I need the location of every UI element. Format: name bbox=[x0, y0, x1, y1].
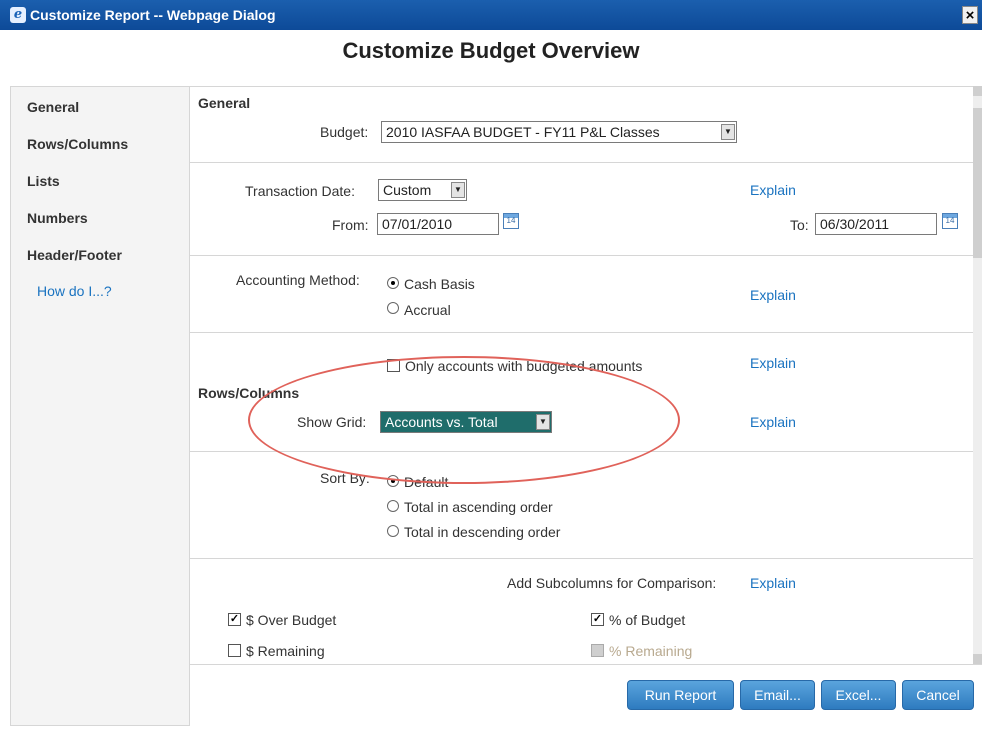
window-title: Customize Report -- Webpage Dialog bbox=[30, 7, 276, 23]
only-budgeted-label: Only accounts with budgeted amounts bbox=[405, 358, 643, 374]
sidebar-item-header-footer[interactable]: Header/Footer bbox=[27, 247, 122, 263]
cancel-button[interactable]: Cancel bbox=[902, 680, 974, 710]
only-budgeted-checkbox[interactable] bbox=[387, 359, 400, 372]
budget-select-value: 2010 IASFAA BUDGET - FY11 P&L Classes bbox=[386, 124, 660, 140]
to-date-input[interactable]: 06/30/2011 bbox=[815, 213, 937, 235]
budget-select[interactable]: 2010 IASFAA BUDGET - FY11 P&L Classes ▼ bbox=[381, 121, 737, 143]
scroll-up-icon[interactable] bbox=[973, 86, 982, 96]
cash-basis-radio[interactable] bbox=[387, 277, 399, 289]
pct-remaining-checkbox bbox=[591, 644, 604, 657]
chevron-down-icon: ▼ bbox=[536, 414, 550, 430]
chevron-down-icon: ▼ bbox=[721, 124, 735, 140]
close-button[interactable]: × bbox=[962, 6, 978, 24]
settings-panel: General Budget: 2010 IASFAA BUDGET - FY1… bbox=[190, 86, 973, 664]
scroll-thumb[interactable] bbox=[973, 108, 982, 258]
scroll-down-icon[interactable] bbox=[973, 654, 982, 664]
subcolumns-heading: Add Subcolumns for Comparison: bbox=[507, 575, 717, 591]
sort-default-radio[interactable] bbox=[387, 475, 399, 487]
run-report-button[interactable]: Run Report bbox=[627, 680, 734, 710]
show-grid-label: Show Grid: bbox=[297, 414, 367, 430]
email-button[interactable]: Email... bbox=[740, 680, 815, 710]
cash-basis-label: Cash Basis bbox=[404, 276, 475, 292]
accrual-label: Accrual bbox=[404, 302, 451, 318]
sidebar-item-lists[interactable]: Lists bbox=[27, 173, 60, 189]
divider bbox=[190, 451, 973, 452]
page-title: Customize Budget Overview bbox=[342, 38, 640, 63]
sidebar: General Rows/Columns Lists Numbers Heade… bbox=[10, 86, 190, 726]
sort-ascending-radio[interactable] bbox=[387, 500, 399, 512]
divider bbox=[190, 162, 973, 163]
transaction-date-label: Transaction Date: bbox=[245, 183, 355, 199]
divider bbox=[190, 255, 973, 256]
chevron-down-icon: ▼ bbox=[451, 182, 465, 198]
show-grid-select[interactable]: Accounts vs. Total ▼ bbox=[380, 411, 552, 433]
budget-label: Budget: bbox=[320, 124, 369, 140]
section-title-general: General bbox=[198, 95, 251, 111]
from-label: From: bbox=[332, 217, 369, 233]
explain-link-accounting-method[interactable]: Explain bbox=[750, 287, 796, 303]
transaction-date-select[interactable]: Custom ▼ bbox=[378, 179, 467, 201]
pct-remaining-label: % Remaining bbox=[609, 643, 693, 659]
section-title-rows-columns: Rows/Columns bbox=[198, 385, 300, 401]
divider bbox=[190, 664, 982, 665]
sidebar-item-general[interactable]: General bbox=[27, 99, 79, 115]
sort-descending-label: Total in descending order bbox=[404, 524, 561, 540]
show-grid-value: Accounts vs. Total bbox=[385, 414, 498, 430]
sort-default-label: Default bbox=[404, 474, 449, 490]
divider bbox=[190, 332, 973, 333]
calendar-icon[interactable]: 14 bbox=[942, 213, 958, 229]
accounting-method-label: Accounting Method: bbox=[236, 272, 360, 288]
accrual-radio[interactable] bbox=[387, 302, 399, 314]
help-link[interactable]: How do I...? bbox=[37, 283, 112, 299]
sort-ascending-label: Total in ascending order bbox=[404, 499, 553, 515]
calendar-icon[interactable]: 14 bbox=[503, 213, 519, 229]
over-budget-checkbox[interactable]: ✓ bbox=[228, 613, 241, 626]
sidebar-item-rows-columns[interactable]: Rows/Columns bbox=[27, 136, 128, 152]
excel-button[interactable]: Excel... bbox=[821, 680, 896, 710]
explain-link-only-budgeted[interactable]: Explain bbox=[750, 355, 796, 371]
sidebar-item-numbers[interactable]: Numbers bbox=[27, 210, 88, 226]
pct-of-budget-checkbox[interactable]: ✓ bbox=[591, 613, 604, 626]
over-budget-label: $ Over Budget bbox=[246, 612, 337, 628]
explain-link-show-grid[interactable]: Explain bbox=[750, 414, 796, 430]
sort-by-label: Sort By: bbox=[320, 470, 370, 486]
explain-link-transaction-date[interactable]: Explain bbox=[750, 182, 796, 198]
internet-explorer-icon: e bbox=[10, 7, 26, 23]
pct-of-budget-label: % of Budget bbox=[609, 612, 686, 628]
from-date-input[interactable]: 07/01/2010 bbox=[377, 213, 499, 235]
to-label: To: bbox=[790, 217, 809, 233]
transaction-date-value: Custom bbox=[383, 182, 432, 198]
sort-descending-radio[interactable] bbox=[387, 525, 399, 537]
divider bbox=[190, 558, 973, 559]
explain-link-subcolumns[interactable]: Explain bbox=[750, 575, 796, 591]
vertical-scrollbar[interactable] bbox=[973, 86, 982, 664]
remaining-label: $ Remaining bbox=[246, 643, 325, 659]
title-bar: e Customize Report -- Webpage Dialog × bbox=[0, 0, 982, 30]
remaining-checkbox[interactable] bbox=[228, 644, 241, 657]
